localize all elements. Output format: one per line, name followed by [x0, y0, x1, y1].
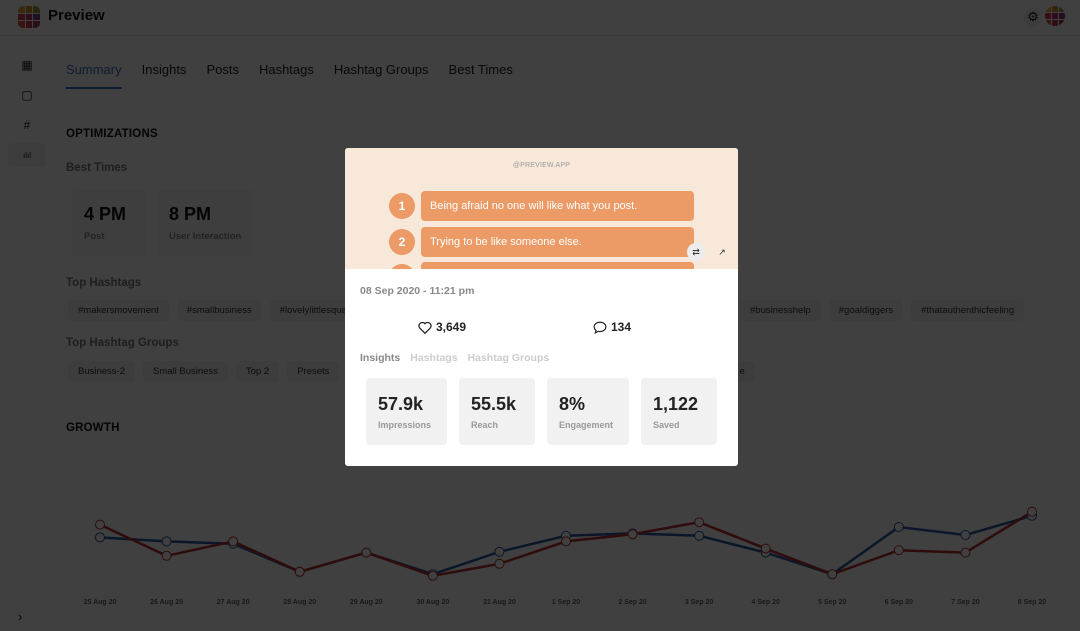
crop-icon[interactable]: ⇄ [687, 243, 705, 261]
metric-label: Impressions [378, 420, 432, 430]
metric-label: Saved [653, 420, 680, 430]
number-badge: 2 [389, 229, 415, 255]
post-image-list-item: 2 Trying to be like someone else. [389, 227, 694, 257]
list-item-text: Being afraid no one will like what you p… [421, 191, 694, 221]
metric-card-impressions: 57.9k Impressions [366, 378, 447, 445]
modal-tabs: Insights Hashtags Hashtag Groups [360, 352, 549, 364]
modal-tab-hashtags[interactable]: Hashtags [410, 352, 457, 364]
open-external-icon[interactable]: ↗ [713, 243, 731, 261]
likes-stat: 3,649 [418, 320, 466, 334]
metric-value: 57.9k [378, 394, 424, 414]
number-badge: 3 [389, 264, 415, 269]
comments-stat: 134 [593, 320, 631, 334]
metric-card-engagement: 8% Engagement [547, 378, 629, 445]
number-badge: 1 [389, 193, 415, 219]
metric-card-reach: 55.5k Reach [459, 378, 535, 445]
metric-card-saved: 1,122 Saved [641, 378, 717, 445]
list-item-text: Trying to be like someone else. [421, 227, 694, 257]
post-date: 08 Sep 2020 - 11:21 pm [360, 285, 475, 297]
metric-label: Reach [471, 420, 499, 430]
post-image-list-item: 3 [389, 262, 694, 269]
heart-icon [418, 321, 432, 334]
metric-value: 55.5k [471, 394, 517, 414]
modal-tab-insights[interactable]: Insights [360, 352, 400, 364]
comments-count: 134 [611, 320, 632, 334]
comment-icon [593, 321, 607, 334]
modal-tab-hashtag-groups[interactable]: Hashtag Groups [468, 352, 550, 364]
likes-count: 3,649 [436, 320, 467, 334]
post-image-handle: @PREVIEW.APP [512, 162, 571, 169]
post-image: @PREVIEW.APP 1 Being afraid no one will … [345, 148, 738, 269]
post-image-list-item: 1 Being afraid no one will like what you… [389, 191, 694, 221]
list-item-text [421, 262, 694, 269]
metric-value: 8% [559, 394, 586, 414]
metric-label: Engagement [559, 420, 614, 430]
post-detail-modal: @PREVIEW.APP 1 Being afraid no one will … [345, 148, 738, 466]
metric-value: 1,122 [653, 394, 699, 414]
